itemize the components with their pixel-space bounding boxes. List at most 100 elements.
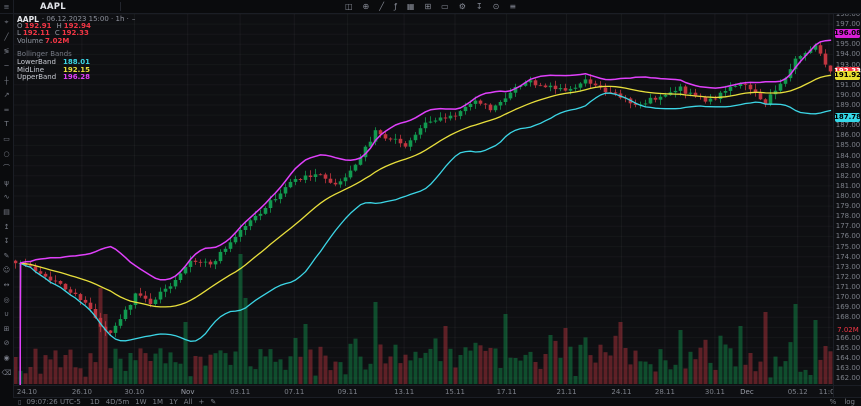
price-chart-canvas[interactable] (13, 13, 833, 385)
price-axis-label: 187.00 (834, 121, 861, 129)
price-axis-label: 169.00 (834, 303, 861, 311)
indicator-row: UpperBand196.28 (17, 74, 135, 82)
lock-all-icon[interactable]: ⊘ (0, 336, 13, 351)
price-axis-label: 171.00 (834, 283, 861, 291)
price-axis-label: 181.00 (834, 182, 861, 190)
edit-range-icon[interactable]: ✎ (210, 398, 216, 406)
pitchfork-icon[interactable]: ψ (0, 176, 13, 191)
time-axis-label: 05.12 (788, 388, 808, 396)
brush-icon[interactable]: ✎ (0, 249, 13, 264)
legend-collapse-icon[interactable]: – (132, 16, 136, 23)
session-status-icon: ▯ (18, 399, 21, 406)
zoom-icon[interactable]: ◎ (0, 292, 13, 307)
range-button-1d[interactable]: 1D (90, 398, 100, 406)
volume-value: 7.02M (45, 38, 69, 45)
indicator-row-label: LowerBand (17, 59, 63, 66)
fib-retracement-icon[interactable]: ≶ (0, 44, 13, 59)
add-range-button[interactable]: + (198, 398, 204, 406)
trend-line-icon[interactable]: ╱ (0, 30, 13, 45)
time-axis-label: Dec (740, 388, 754, 396)
percent-scale-toggle[interactable]: % (830, 398, 837, 406)
more-menu-icon[interactable]: ≡ (509, 3, 516, 11)
parallel-channel-icon[interactable]: ═ (0, 103, 13, 118)
price-axis-label: 173.00 (834, 263, 861, 271)
time-axis-label: 09.11 (338, 388, 358, 396)
object-tree-icon[interactable]: ⊞ (0, 321, 13, 336)
price-axis-label: 191.00 (834, 81, 861, 89)
zigzag-icon[interactable]: ∿ (0, 190, 13, 205)
time-axis-label: 30.11 (705, 388, 725, 396)
price-axis-label: 180.00 (834, 192, 861, 200)
cross-line-icon[interactable]: ┼ (0, 73, 13, 88)
range-button-1m[interactable]: 1M (153, 398, 164, 406)
log-scale-toggle[interactable]: log (844, 398, 855, 406)
chart-style-icon[interactable]: ◫ (345, 3, 353, 11)
top-toolbar: ≡ AAPL ◫⊕╱ƒ▦⊞▭⚙↧⊙≡ (0, 0, 861, 14)
price-axis-label: 190.00 (834, 91, 861, 99)
price-axis-label: 168.00 (834, 313, 861, 321)
indicators-icon[interactable]: ƒ (394, 3, 397, 11)
price-axis-label: 174.00 (834, 253, 861, 261)
pattern-icon[interactable]: ▤ (0, 205, 13, 220)
rectangle-icon[interactable]: ▭ (0, 132, 13, 147)
mid-band-badge: 191.92 (835, 71, 860, 80)
crosshair-icon[interactable]: ⌖ (0, 15, 13, 30)
price-axis-label: 162.00 (834, 374, 861, 382)
price-axis-label: 185.00 (834, 141, 861, 149)
price-axis-label: 183.00 (834, 162, 861, 170)
indicator-legend: Bollinger Bands LowerBand188.01MidLine19… (17, 51, 135, 82)
compare-icon[interactable]: ⊕ (363, 3, 370, 11)
indicator-row-label: UpperBand (17, 74, 63, 81)
line-tool-icon[interactable]: ╱ (379, 3, 384, 11)
chart-legend: AAPL · 06.12.2023 15:00 · 1h · – O 192.9… (17, 16, 135, 82)
range-button-1y[interactable]: 1Y (169, 398, 178, 406)
time-axis-label: 30.10 (124, 388, 144, 396)
time-axis-label: 24.10 (17, 388, 37, 396)
export-icon[interactable]: ↧ (476, 3, 483, 11)
drawing-toolbar: ⌖╱≶─┼↗═T▭○⌒ψ∿▤↥↧✎☺↔◎∪⊞⊘◉⌫ (0, 13, 14, 406)
price-axis-label: 163.00 (834, 364, 861, 372)
range-buttons: 1D 4D/5m 1W 1M 1Y All (90, 398, 199, 406)
time-axis-label: 24.11 (611, 388, 631, 396)
price-axis[interactable]: 198.00197.00195.00194.00193.00191.00190.… (833, 13, 861, 385)
trading-chart-app: ≡ AAPL ◫⊕╱ƒ▦⊞▭⚙↧⊙≡ ⌖╱≶─┼↗═T▭○⌒ψ∿▤↥↧✎☺↔◎∪… (0, 0, 861, 406)
time-axis-label: 03.11 (230, 388, 250, 396)
ellipse-icon[interactable]: ○ (0, 146, 13, 161)
time-axis-label: 21.11 (556, 388, 576, 396)
text-icon[interactable]: T (0, 117, 13, 132)
price-axis-label: 165.00 (834, 344, 861, 352)
magnet-icon[interactable]: ∪ (0, 307, 13, 322)
time-axis-label: 13.11 (394, 388, 414, 396)
hide-all-icon[interactable]: ◉ (0, 351, 13, 366)
range-button-all[interactable]: All (184, 398, 193, 406)
indicator-row-value: 196.28 (63, 74, 90, 81)
price-axis-label: 170.00 (834, 293, 861, 301)
chart-pane[interactable]: AAPL · 06.12.2023 15:00 · 1h · – O 192.9… (13, 13, 833, 385)
layout-icon[interactable]: ⊞ (424, 3, 431, 11)
price-axis-label: 195.00 (834, 40, 861, 48)
arc-icon[interactable]: ⌒ (0, 161, 13, 176)
range-button-4d5m[interactable]: 4D/5m (106, 398, 129, 406)
remove-all-icon[interactable]: ⌫ (0, 365, 13, 380)
measure-icon[interactable]: ↔ (0, 278, 13, 293)
status-bar: ▯ 09:07:26 UTC-5 1D4D/5m1W1M1YAll + ✎ % … (13, 397, 861, 406)
short-position-icon[interactable]: ↧ (0, 234, 13, 249)
emoji-icon[interactable]: ☺ (0, 263, 13, 278)
range-button-1w[interactable]: 1W (135, 398, 146, 406)
indicator-row-value: 188.01 (63, 59, 90, 66)
volume-label: Volume (17, 38, 43, 45)
time-axis-label: 07.11 (284, 388, 304, 396)
screenshot-icon[interactable]: ⊙ (493, 3, 500, 11)
templates-icon[interactable]: ▦ (407, 3, 415, 11)
time-axis-label: 17.11 (497, 388, 517, 396)
long-position-icon[interactable]: ↥ (0, 219, 13, 234)
chart-settings-icon[interactable]: ⚙ (459, 3, 466, 11)
price-axis-label: 175.00 (834, 243, 861, 251)
time-axis-label: 28.11 (655, 388, 675, 396)
horizontal-line-icon[interactable]: ─ (0, 59, 13, 74)
price-axis-label: 177.00 (834, 222, 861, 230)
indicator-values: LowerBand188.01MidLine192.15UpperBand196… (17, 59, 135, 82)
price-axis-label: 184.00 (834, 152, 861, 160)
panels-icon[interactable]: ▭ (441, 3, 449, 11)
arrow-icon[interactable]: ↗ (0, 88, 13, 103)
